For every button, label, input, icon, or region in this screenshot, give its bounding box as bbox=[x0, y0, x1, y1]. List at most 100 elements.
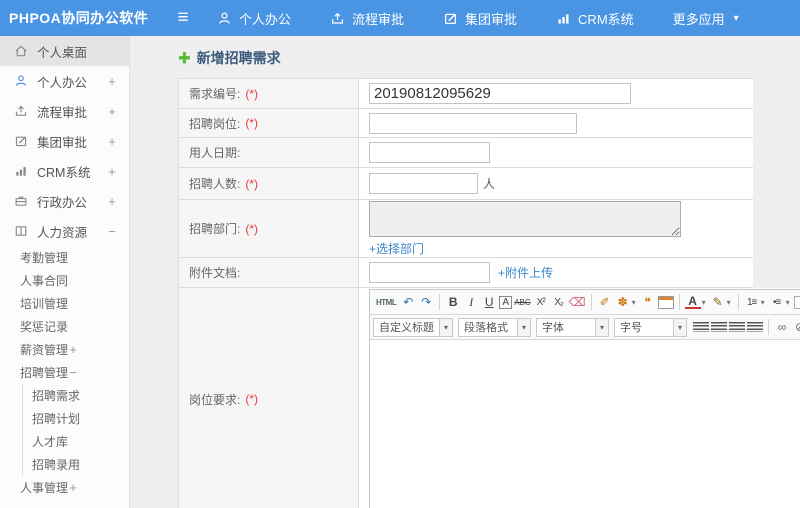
sidebar-top-items: 个人桌面 个人办公 + 流程审批 + 集团审批 + CRM系统 + 行政办公 +… bbox=[0, 36, 129, 246]
align-center-icon[interactable] bbox=[711, 322, 727, 332]
eraser-icon[interactable]: ⌫ bbox=[569, 294, 586, 311]
sidebar-item-salary[interactable]: 薪资管理 + bbox=[0, 338, 129, 361]
expand-toggle-icon[interactable]: + bbox=[107, 194, 117, 209]
align-left-icon[interactable] bbox=[693, 322, 709, 332]
sidebar-item-desktop[interactable]: 个人桌面 bbox=[0, 36, 129, 66]
undo-icon[interactable]: ↶ bbox=[400, 294, 416, 311]
form-row-attach: 附件文档: +附件上传 bbox=[179, 258, 753, 288]
expand-toggle-icon[interactable]: + bbox=[107, 134, 117, 149]
editor-content[interactable] bbox=[370, 340, 800, 508]
expand-toggle-icon[interactable]: + bbox=[68, 480, 78, 495]
sidebar-item-recruit-plan[interactable]: 招聘计划 bbox=[23, 407, 129, 430]
font-size-select[interactable]: 字号 ▾ bbox=[614, 317, 687, 337]
editor-dropdowns: 自定义标题 ▾ 段落格式 ▾ 字体 ▾ 字号 ▾ bbox=[373, 317, 692, 337]
date-label: 用人日期: bbox=[189, 146, 241, 160]
sidebar-item-hr-management[interactable]: 人事管理 + bbox=[0, 476, 129, 499]
underline-icon[interactable]: U bbox=[481, 294, 497, 311]
sidebar-item-talent-pool[interactable]: 人才库 bbox=[23, 430, 129, 453]
toolbar-separator bbox=[768, 319, 769, 335]
sidebar-item-label: 奖惩记录 bbox=[20, 320, 69, 334]
nav-personal-office[interactable]: 个人办公 bbox=[202, 0, 315, 36]
highlight-icon[interactable]: ✎ bbox=[710, 294, 726, 311]
sidebar-item-crm-system[interactable]: CRM系统 + bbox=[0, 156, 129, 186]
select-dept-link[interactable]: +选择部门 bbox=[369, 240, 424, 257]
subscript-icon[interactable]: X₂ bbox=[551, 294, 567, 311]
code-input[interactable] bbox=[369, 83, 631, 104]
format-painter-icon[interactable]: ✐ bbox=[597, 294, 613, 311]
align-justify-icon[interactable] bbox=[747, 322, 763, 332]
rich-text-editor: HTML ↶ ↷ B I U A ABC X² X₂ ⌫ ✐ ✽ ▾ ❝ A ▾… bbox=[369, 289, 800, 508]
nav-item-label: 个人办公 bbox=[239, 11, 292, 27]
italic-icon[interactable]: I bbox=[463, 294, 479, 311]
sidebar-item-group-approval[interactable]: 集团审批 + bbox=[0, 126, 129, 156]
ordered-list-icon[interactable]: 1≡ bbox=[744, 294, 760, 311]
main-content: ✚ 新增招聘需求 需求编号: (*) 招聘岗位: (*) 用人日期: bbox=[130, 36, 800, 508]
ordered-list-caret[interactable]: ▾ bbox=[759, 294, 767, 311]
unordered-list-icon[interactable]: •≡ bbox=[769, 294, 785, 311]
attach-upload-link[interactable]: +附件上传 bbox=[498, 264, 553, 281]
nav-crm-system[interactable]: CRM系统 bbox=[541, 0, 658, 36]
sidebar-item-human-resources[interactable]: 人力资源 − bbox=[0, 216, 129, 246]
paragraph-format-select[interactable]: 段落格式 ▾ bbox=[458, 317, 531, 337]
expand-toggle-icon[interactable]: − bbox=[107, 224, 117, 239]
font-border-icon[interactable]: A bbox=[499, 295, 513, 309]
sidebar-item-admin-office[interactable]: 行政办公 + bbox=[0, 186, 129, 216]
nav-workflow-approval[interactable]: 流程审批 bbox=[315, 0, 428, 36]
html-source-button[interactable]: HTML bbox=[374, 294, 398, 311]
sidebar-recruit-children: 招聘需求 招聘计划 人才库 招聘录用 bbox=[22, 384, 129, 476]
link-icon[interactable]: ∞ bbox=[774, 319, 790, 336]
required-mark: (*) bbox=[245, 392, 259, 406]
dept-textarea[interactable] bbox=[369, 200, 681, 237]
paste-plain-icon[interactable] bbox=[657, 295, 674, 309]
position-input[interactable] bbox=[369, 112, 577, 134]
sidebar-item-hr-contract[interactable]: 人事合同 bbox=[0, 269, 129, 292]
dropdown-label: 字体 bbox=[542, 322, 564, 334]
attach-input[interactable] bbox=[369, 262, 490, 283]
bold-icon[interactable]: B bbox=[445, 294, 461, 311]
caret-down-icon: ▾ bbox=[517, 318, 530, 336]
sidebar-item-attendance[interactable]: 考勤管理 bbox=[0, 246, 129, 269]
nav-group-approval[interactable]: 集团审批 bbox=[428, 0, 541, 36]
position-label: 招聘岗位: bbox=[189, 116, 241, 131]
sidebar-item-personal-office[interactable]: 个人办公 + bbox=[0, 66, 129, 96]
editor-toolbar-row1: HTML ↶ ↷ B I U A ABC X² X₂ ⌫ ✐ ✽ ▾ ❝ A ▾… bbox=[370, 290, 800, 315]
expand-toggle-icon[interactable]: − bbox=[68, 365, 78, 380]
auto-typeset-icon[interactable]: ✽ bbox=[615, 294, 631, 311]
sidebar-item-reward-punish[interactable]: 奖惩记录 bbox=[0, 315, 129, 338]
date-input[interactable] bbox=[369, 142, 490, 163]
count-input[interactable] bbox=[369, 173, 478, 194]
required-mark: (*) bbox=[245, 86, 259, 101]
font-color-icon[interactable]: A bbox=[684, 295, 701, 309]
new-page-icon[interactable] bbox=[793, 295, 800, 309]
requirement-label: 岗位要求: bbox=[189, 392, 241, 407]
expand-toggle-icon[interactable]: + bbox=[68, 342, 78, 357]
heading-select[interactable]: 自定义标题 ▾ bbox=[373, 317, 453, 337]
unordered-list-caret[interactable]: ▾ bbox=[784, 294, 792, 311]
sidebar-item-training[interactable]: 培训管理 bbox=[0, 292, 129, 315]
blockquote-icon[interactable]: ❝ bbox=[640, 294, 656, 311]
sidebar-item-recruit-demand[interactable]: 招聘需求 bbox=[23, 384, 129, 407]
superscript-icon[interactable]: X² bbox=[533, 294, 549, 311]
font-color-caret[interactable]: ▾ bbox=[700, 294, 708, 311]
strikethrough-icon[interactable]: ABC bbox=[514, 294, 530, 311]
align-right-icon[interactable] bbox=[729, 322, 745, 332]
font-family-select[interactable]: 字体 ▾ bbox=[536, 317, 609, 337]
auto-typeset-caret[interactable]: ▾ bbox=[630, 294, 638, 311]
nav-more-apps[interactable]: 更多应用 ▾ bbox=[658, 0, 754, 36]
sidebar-item-label: 个人桌面 bbox=[37, 45, 88, 60]
highlight-caret[interactable]: ▾ bbox=[725, 294, 733, 311]
menu-toggle-icon[interactable]: ≡ bbox=[168, 7, 198, 29]
redo-icon[interactable]: ↷ bbox=[418, 294, 434, 311]
sidebar-item-recruit-mgmt[interactable]: 招聘管理 − bbox=[0, 361, 129, 384]
form-row-position: 招聘岗位: (*) bbox=[179, 109, 753, 138]
sidebar-item-workflow-approval[interactable]: 流程审批 + bbox=[0, 96, 129, 126]
expand-toggle-icon[interactable]: + bbox=[107, 164, 117, 179]
sidebar-item-label: 招聘录用 bbox=[32, 458, 81, 472]
nav-item-icon bbox=[443, 11, 458, 26]
expand-toggle-icon[interactable]: + bbox=[107, 74, 117, 89]
unlink-icon[interactable]: ⊘ bbox=[792, 319, 800, 336]
nav-item-icon bbox=[217, 11, 232, 26]
sidebar-item-recruit-hire[interactable]: 招聘录用 bbox=[23, 453, 129, 476]
dropdown-label: 字号 bbox=[620, 322, 642, 334]
expand-toggle-icon[interactable]: + bbox=[107, 104, 117, 119]
